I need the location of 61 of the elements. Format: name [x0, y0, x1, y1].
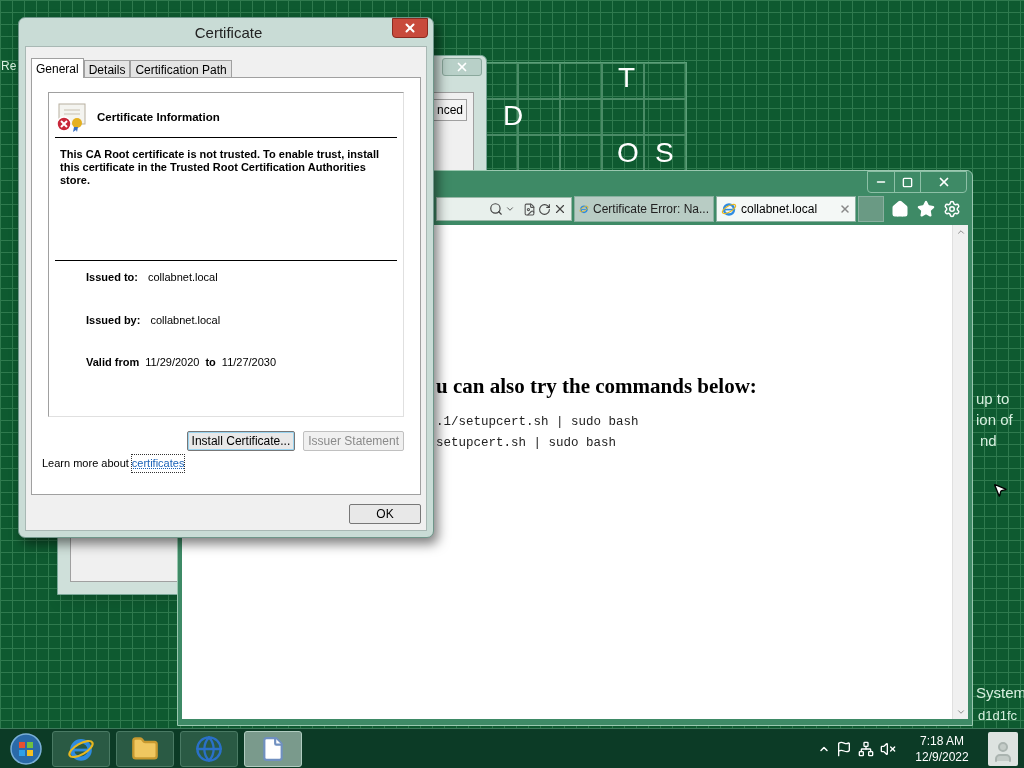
- desktop-text: Re: [1, 59, 17, 74]
- user-avatar[interactable]: [988, 731, 1018, 766]
- command-line: .1/setupcert.sh | sudo bash: [436, 413, 640, 431]
- tab[interactable]: nced: [432, 99, 467, 121]
- dialog-tab[interactable]: Details: [83, 60, 131, 77]
- info-title: Certificate Information: [97, 110, 220, 126]
- close-icon: [403, 21, 417, 35]
- maximize-icon: [902, 176, 913, 188]
- document-icon: [260, 734, 286, 763]
- dialog-tab[interactable]: Certification Path: [130, 60, 232, 77]
- compatibility-icon[interactable]: [523, 202, 536, 216]
- field-label: Valid from: [86, 355, 140, 370]
- certificates-link[interactable]: certificates: [131, 455, 185, 472]
- close-icon: [455, 60, 469, 74]
- dropdown-icon[interactable]: [505, 204, 515, 214]
- close-tab-icon[interactable]: [839, 203, 851, 215]
- taskbar-button[interactable]: [116, 730, 174, 767]
- field-value: collabnet.local: [147, 270, 218, 285]
- start-orb-icon: [9, 731, 43, 766]
- refresh-icon[interactable]: [538, 202, 551, 216]
- desktop-text: nd: [980, 432, 997, 451]
- tile-letter: T: [618, 64, 636, 92]
- dialog-tab[interactable]: General: [31, 58, 84, 78]
- browser-tab[interactable]: collabnet.local: [716, 196, 856, 222]
- taskbar-button[interactable]: [52, 730, 110, 767]
- certificate-error-icon: [55, 103, 87, 133]
- action-center-icon[interactable]: [836, 740, 852, 757]
- folder-icon: [131, 734, 159, 763]
- field-label: Issued by:: [86, 312, 141, 328]
- clock[interactable]: 7:18 AM 12/9/2022: [902, 732, 982, 765]
- browser-tab[interactable]: Certificate Error: Na...: [574, 196, 714, 222]
- taskbar-button[interactable]: [244, 730, 302, 767]
- trust-message: This CA Root certificate is not trusted. To enable trust, install this certificate in the Trusted Root Certification Authorities store.: [59, 147, 381, 188]
- settings-icon[interactable]: [943, 200, 961, 218]
- desktop-text: up to: [976, 390, 1010, 409]
- page-heading: u can also try the commands below:: [436, 373, 758, 400]
- globe-icon: [195, 734, 223, 763]
- favorites-icon[interactable]: [917, 200, 935, 218]
- close-button[interactable]: [392, 18, 428, 38]
- stop-icon[interactable]: [553, 202, 567, 216]
- field-value: 11/29/2020: [145, 355, 200, 370]
- desktop-text: d1d1fc: [978, 708, 1018, 725]
- home-icon[interactable]: [891, 200, 909, 218]
- network-icon[interactable]: [858, 740, 874, 757]
- ok-button[interactable]: OK: [349, 504, 421, 524]
- field-label: Issued to:: [86, 270, 138, 285]
- speaker-muted-icon[interactable]: [880, 740, 896, 757]
- window-title: Certificate: [193, 23, 264, 43]
- search-icon[interactable]: [489, 202, 503, 216]
- tile-letter: D: [503, 102, 524, 130]
- dialog-button[interactable]: Install Certificate...: [186, 431, 296, 451]
- field-value: 11/27/2030: [221, 355, 277, 370]
- tile-letter: S: [655, 139, 674, 167]
- page-icon: [721, 201, 737, 217]
- learn-more-text: Learn more about: [42, 456, 129, 471]
- command-line: setupcert.sh | sudo bash: [436, 435, 618, 453]
- tile-letter: O: [617, 139, 639, 167]
- address-field[interactable]: [436, 197, 572, 221]
- field-label: to: [205, 355, 216, 370]
- field-value: collabnet.local: [150, 312, 221, 328]
- desktop-text: ion of: [976, 411, 1013, 430]
